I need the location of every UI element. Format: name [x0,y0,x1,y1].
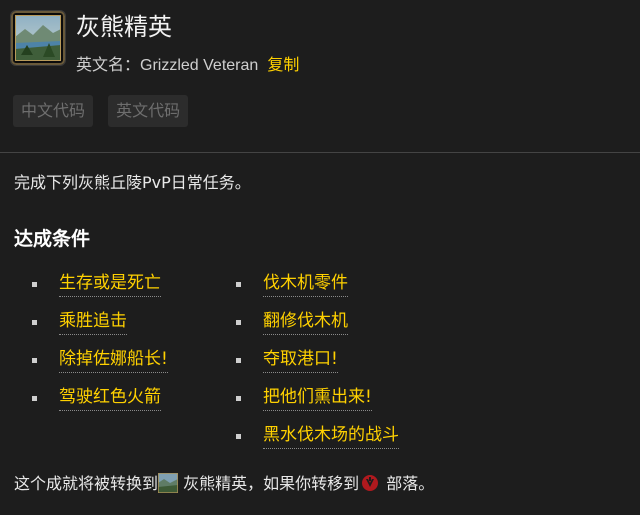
landscape-achievement-icon [157,472,179,494]
criteria-link[interactable]: 伐木机零件 [263,272,348,297]
divider [0,152,640,153]
bullet [236,320,241,325]
copy-link[interactable]: 复制 [267,55,299,74]
criteria-link[interactable]: 生存或是死亡 [59,272,161,297]
bullet [236,434,241,439]
english-name-label: 英文名： [76,55,141,74]
achievement-header: 灰熊精英 英文名：Grizzled Veteran 复制 [10,10,630,80]
faction-conversion-note: 这个成就将被转换到 灰熊精英，如果你转移到 部落。 [14,472,435,495]
criteria-link[interactable]: 除掉佐娜船长! [59,348,168,373]
achievement-title: 灰熊精英 [76,13,172,41]
criteria-link[interactable]: 翻修伐木机 [263,310,348,335]
chinese-code-button[interactable]: 中文代码 [13,95,94,127]
bullet [32,320,37,325]
criteria-link[interactable]: 乘胜追击 [59,310,127,335]
faction-name: 部落 [386,474,419,493]
converted-achievement-link[interactable]: 灰熊精英 [183,474,247,493]
horde-icon [361,474,379,492]
english-code-button[interactable]: 英文代码 [108,95,189,127]
bullet [32,396,37,401]
achievement-page: 灰熊精英 英文名：Grizzled Veteran 复制 中文代码 英文代码 完… [0,0,640,515]
criteria-link[interactable]: 夺取港口! [263,348,338,373]
bullet [236,358,241,363]
english-name-row: 英文名：Grizzled Veteran 复制 [76,54,299,77]
achievement-description: 完成下列灰熊丘陵PvP日常任务。 [14,173,251,192]
criteria-link[interactable]: 驾驶红色火箭 [59,386,161,411]
landscape-achievement-icon [10,10,66,66]
footer-middle: ，如果你转移到 [247,474,360,493]
bullet [32,282,37,287]
criteria-link[interactable]: 把他们熏出来! [263,386,372,411]
footer-suffix: 。 [418,474,435,493]
bullet [236,396,241,401]
criteria-title: 达成条件 [14,228,91,250]
code-button-row: 中文代码 英文代码 [13,95,198,127]
bullet [236,282,241,287]
bullet [32,358,37,363]
criteria-link[interactable]: 黑水伐木场的战斗 [263,424,399,449]
footer-prefix: 这个成就将被转换到 [14,474,159,493]
english-name-value: Grizzled Veteran [140,57,259,74]
